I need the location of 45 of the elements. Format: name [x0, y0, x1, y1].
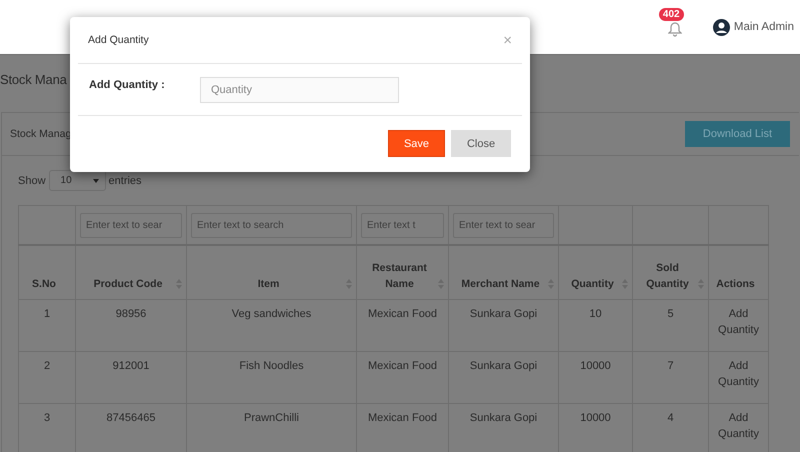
table-cell: 2 [18, 352, 76, 404]
bell-icon[interactable] [668, 22, 682, 37]
column-header[interactable]: Quantity [558, 245, 632, 300]
table-cell: 5 [632, 300, 708, 352]
table-cell: 98956 [76, 300, 186, 352]
column-header[interactable]: Item [186, 245, 356, 300]
add-quantity-link[interactable]: Add Quantity [708, 300, 768, 352]
entries-label: entries [108, 174, 142, 186]
notification-count: 402 [658, 8, 684, 21]
save-button[interactable]: Save [388, 130, 445, 157]
user-menu[interactable]: Main Admin [712, 18, 794, 36]
quantity-field[interactable]: Quantity [200, 77, 399, 103]
avatar-icon [712, 18, 730, 36]
table-cell: 10000 [558, 352, 632, 404]
table-cell: 3 [18, 404, 76, 452]
card-title: Stock Manag [10, 128, 72, 140]
column-search-field[interactable]: Enter text to search [191, 212, 352, 238]
page-title: Stock Mana [0, 72, 67, 87]
field-label: Add Quantity : [89, 79, 166, 91]
column-header[interactable]: Restaurant Name [356, 245, 448, 300]
column-header[interactable]: Actions [708, 245, 768, 300]
column-search-field[interactable]: Enter text to sear [453, 212, 554, 238]
dropdown-caret-icon [92, 178, 99, 182]
table-cell: 1 [18, 300, 76, 352]
table-cell: 10 [558, 300, 632, 352]
download-list-button[interactable]: Download List [684, 121, 790, 147]
column-search-field[interactable]: Enter text t [361, 212, 444, 238]
add-quantity-link[interactable]: Add Quantity [708, 352, 768, 404]
table-cell: 912001 [76, 352, 186, 404]
table-cell: Sunkara Gopi [448, 300, 558, 352]
table-cell: Veg sandwiches [186, 300, 356, 352]
column-search-field[interactable]: Enter text to sear [80, 212, 182, 238]
table-cell: 7 [632, 352, 708, 404]
column-header[interactable]: Sold Quantity [632, 245, 708, 300]
dialog-title: Add Quantity [88, 34, 149, 46]
column-header[interactable]: Product Code [76, 245, 186, 300]
close-icon[interactable]: × [503, 32, 512, 48]
table-cell: Mexican Food [356, 352, 448, 404]
close-button[interactable]: Close [451, 130, 511, 157]
show-label: Show [18, 174, 46, 186]
table-cell: Sunkara Gopi [448, 352, 558, 404]
table-cell: Mexican Food [356, 300, 448, 352]
table-cell: Fish Noodles [186, 352, 356, 404]
column-header[interactable]: Merchant Name [448, 245, 558, 300]
column-header[interactable]: S.No [18, 245, 76, 300]
